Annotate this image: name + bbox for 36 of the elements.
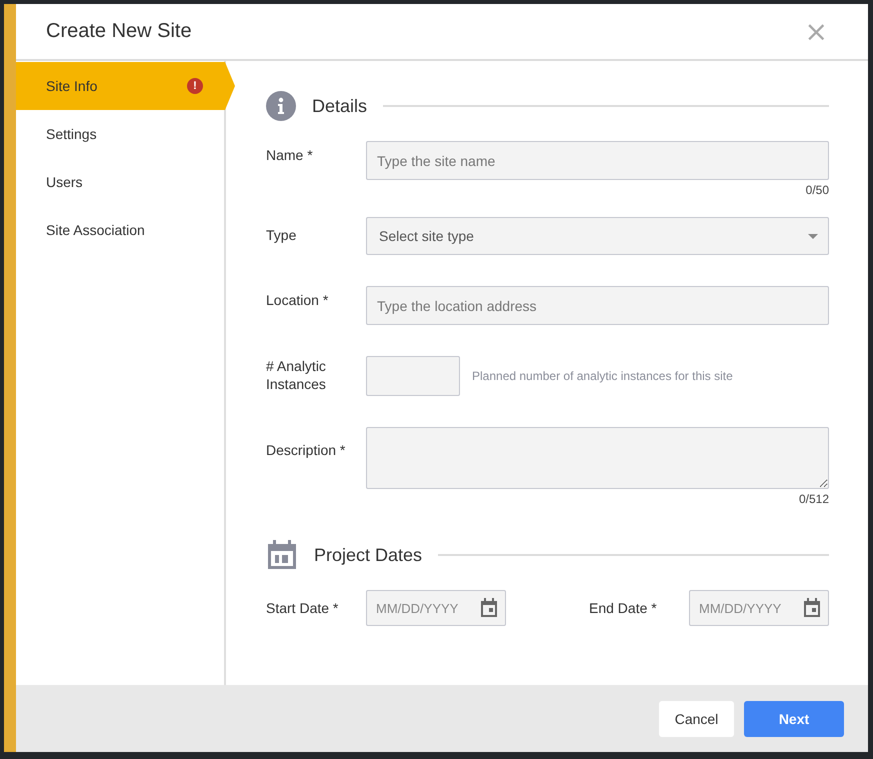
description-field[interactable] — [366, 427, 829, 489]
field-label: End Date * — [589, 600, 658, 616]
cancel-button[interactable]: Cancel — [659, 700, 734, 736]
section-title: Details — [312, 96, 368, 116]
field-label: Location * — [266, 291, 330, 310]
number-field[interactable] — [366, 356, 460, 396]
field-label: Description * — [266, 441, 346, 460]
sidebar-item-label: Users — [46, 174, 83, 190]
info-icon — [266, 91, 296, 121]
next-button[interactable]: Next — [744, 700, 844, 736]
sidebar-item[interactable]: Site Info ! — [16, 62, 235, 110]
calendar-icon[interactable] — [803, 598, 821, 618]
character-counter: 0/512 — [798, 492, 829, 506]
dialog-title: Create New Site — [46, 20, 192, 43]
date-field[interactable]: MM/DD/YYYY — [366, 590, 506, 626]
sidebar-item-label: Site Info — [46, 78, 98, 94]
field-label: # Analytic Instances — [266, 357, 327, 393]
calendar-icon[interactable] — [480, 598, 498, 618]
field-label: Type — [266, 226, 298, 244]
sidebar-item-label: Settings — [46, 126, 97, 142]
field-hint: Planned number of analytic instances for this site — [472, 369, 733, 383]
date-field[interactable]: MM/DD/YYYY — [689, 590, 829, 626]
sidebar-item[interactable]: Settings — [16, 110, 224, 158]
field-label: Name * — [266, 146, 314, 164]
sidebar-item[interactable]: Users — [16, 158, 224, 206]
sidebar-item-label: Site Association — [46, 222, 145, 238]
type-dropdown[interactable]: Select site type — [366, 217, 829, 255]
sidebar-item[interactable]: Site Association — [16, 206, 224, 254]
calendar-icon — [266, 540, 298, 570]
section-title: Project Dates — [314, 544, 422, 566]
error-badge: ! — [187, 78, 203, 94]
text-field[interactable]: Type the site name — [366, 141, 829, 180]
caret-icon — [808, 234, 818, 238]
field-label: Start Date * — [266, 600, 340, 616]
character-counter: 0/50 — [806, 183, 829, 197]
text-field[interactable]: Type the location address — [366, 286, 829, 325]
